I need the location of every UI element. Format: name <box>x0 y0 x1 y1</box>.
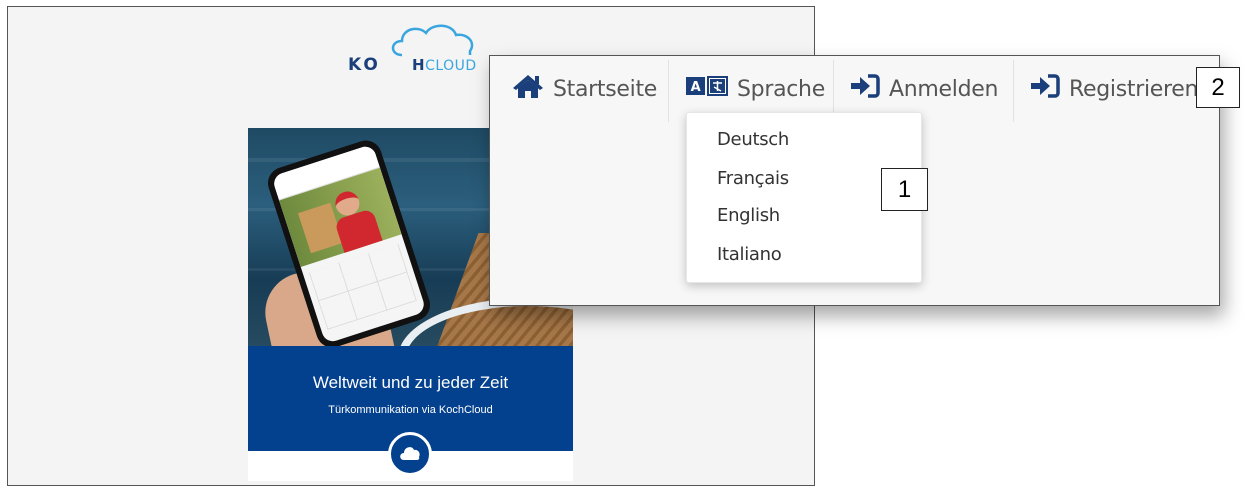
logo-cloud-text: HCLOUD <box>412 56 477 74</box>
sign-in-icon <box>1030 74 1060 104</box>
svg-text:A: A <box>691 80 701 95</box>
language-option-english[interactable]: English <box>717 205 780 226</box>
nav-registrieren-label: Registrieren <box>1069 76 1199 102</box>
language-option-francais[interactable]: Français <box>717 168 789 189</box>
promo-headline: Weltweit und zu jeder Zeit <box>312 373 509 392</box>
kochcloud-logo[interactable]: KO HCLOUD <box>348 21 488 83</box>
home-icon <box>512 73 544 105</box>
sign-in-icon <box>850 74 880 104</box>
nav-sprache-label: Sprache <box>737 76 825 102</box>
callout-2: 2 <box>1196 67 1240 108</box>
cloud-logo-icon <box>391 24 474 57</box>
translate-icon: A <box>686 75 728 103</box>
nav-startseite[interactable]: Startseite <box>512 56 657 122</box>
nav-registrieren[interactable]: Registrieren <box>1030 56 1198 122</box>
callout-1: 1 <box>881 168 928 211</box>
nav-startseite-label: Startseite <box>553 76 658 102</box>
promo-subline: Türkommunikation via KochCloud <box>328 404 493 416</box>
nav-anmelden-label: Anmelden <box>889 76 999 102</box>
logo-ko-text: KO <box>348 55 381 75</box>
zoomed-navigation-panel: Startseite A Sprache Anmelden Registrier… <box>489 55 1220 306</box>
cloud-button[interactable] <box>388 432 432 476</box>
language-option-italiano[interactable]: Italiano <box>717 244 782 265</box>
cloud-icon <box>400 447 420 460</box>
language-option-deutsch[interactable]: Deutsch <box>717 129 789 150</box>
